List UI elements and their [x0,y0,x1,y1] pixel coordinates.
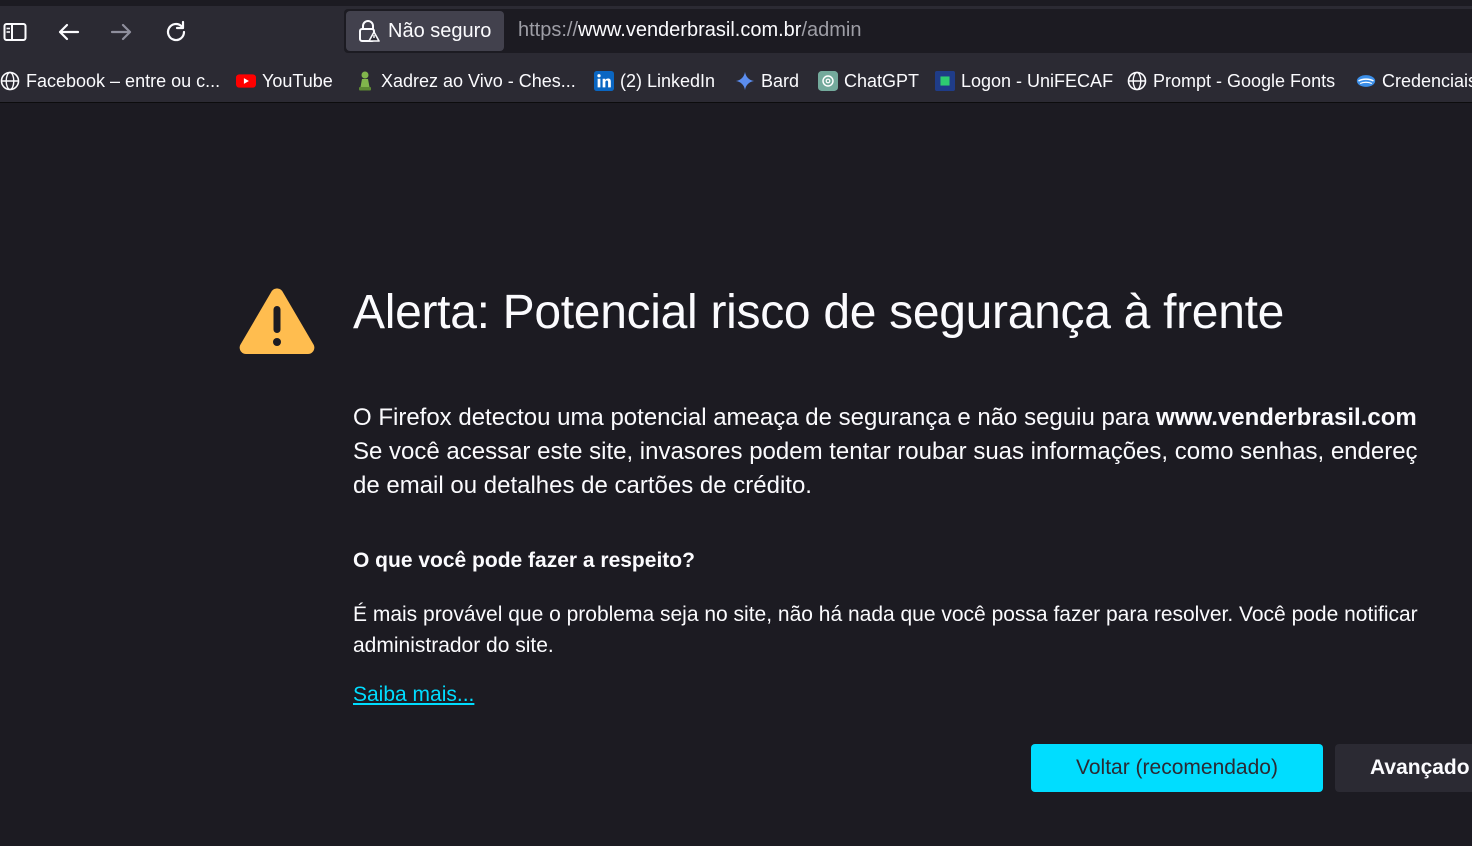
unifecaf-icon [935,71,955,91]
bookmarks-toolbar: Facebook – entre ou c... YouTube Xadrez … [0,56,1472,103]
bookmark-xadrez[interactable]: Xadrez ao Vivo - Ches... [355,69,576,93]
url-bar[interactable]: Não seguro https://www.venderbrasil.com.… [344,9,1472,53]
advice-line-2: administrador do site. [353,634,554,657]
chess-pawn-icon [355,71,375,91]
bookmark-facebook[interactable]: Facebook – entre ou c... [0,69,220,93]
bookmark-credenciais[interactable]: Credenciais [1356,69,1472,93]
reload-icon[interactable] [161,20,191,44]
url-text[interactable]: https://www.venderbrasil.com.br/admin [518,19,861,42]
bookmark-label: (2) LinkedIn [620,70,716,91]
navigation-toolbar: Não seguro https://www.venderbrasil.com.… [0,0,1472,56]
bookmark-bard[interactable]: Bard [735,69,799,93]
bookmark-youtube[interactable]: YouTube [236,69,333,93]
bookmark-label: Facebook – entre ou c... [26,70,221,91]
error-title: Alerta: Potencial risco de segurança à f… [353,286,1285,339]
sparkle-icon [735,71,755,91]
bookmark-label: Credenciais [1382,70,1472,91]
advice-line-1: É mais provável que o problema seja no s… [353,603,1418,626]
intro-text: O Firefox detectou uma potencial ameaça … [353,404,1157,431]
intro-line-3: de email ou detalhes de cartões de crédi… [353,472,812,499]
forward-icon[interactable] [107,20,137,44]
insecure-lock-icon [358,19,380,43]
learn-more-link[interactable]: Saiba mais... [353,683,474,707]
bookmark-label: Prompt - Google Fonts [1153,70,1336,91]
linkedin-icon [594,71,614,91]
intro-line-2: Se você acessar este site, invasores pod… [353,438,1418,465]
back-icon[interactable] [53,20,83,44]
bookmark-label: Xadrez ao Vivo - Ches... [381,70,576,91]
bookmark-linkedin[interactable]: (2) LinkedIn [594,69,715,93]
intro-host: www.venderbrasil.com [1156,404,1417,431]
not-secure-label: Não seguro [388,19,492,42]
error-page: Alerta: Potencial risco de segurança à f… [0,104,1472,846]
error-intro: O Firefox detectou uma potencial ameaça … [353,401,1472,503]
url-path: /admin [801,19,862,41]
globe-icon [1127,71,1147,91]
bookmark-google-fonts[interactable]: Prompt - Google Fonts [1127,69,1335,93]
credenciais-icon [1356,71,1376,91]
advice-text: É mais provável que o problema seja no s… [353,599,1472,661]
bookmark-chatgpt[interactable]: ChatGPT [818,69,919,93]
bookmark-label: ChatGPT [844,70,920,91]
globe-icon [0,71,20,91]
warning-icon [238,286,316,363]
bookmark-unifecaf[interactable]: Logon - UniFECAF [935,69,1113,93]
site-identity-button[interactable]: Não seguro [346,11,504,51]
intro-line-1: O Firefox detectou uma potencial ameaça … [353,401,1472,435]
bookmark-label: Bard [761,70,800,91]
youtube-icon [236,71,256,91]
url-host: www.venderbrasil.com.br [578,19,802,41]
bookmark-label: Logon - UniFECAF [961,70,1114,91]
what-can-you-do-heading: O que você pode fazer a respeito? [353,549,695,572]
advanced-button[interactable]: Avançado [1335,744,1472,792]
sidebar-icon[interactable] [0,20,30,44]
chatgpt-icon [818,71,838,91]
go-back-button[interactable]: Voltar (recomendado) [1031,744,1323,792]
url-scheme: https:// [518,19,579,41]
bookmark-label: YouTube [262,70,333,91]
